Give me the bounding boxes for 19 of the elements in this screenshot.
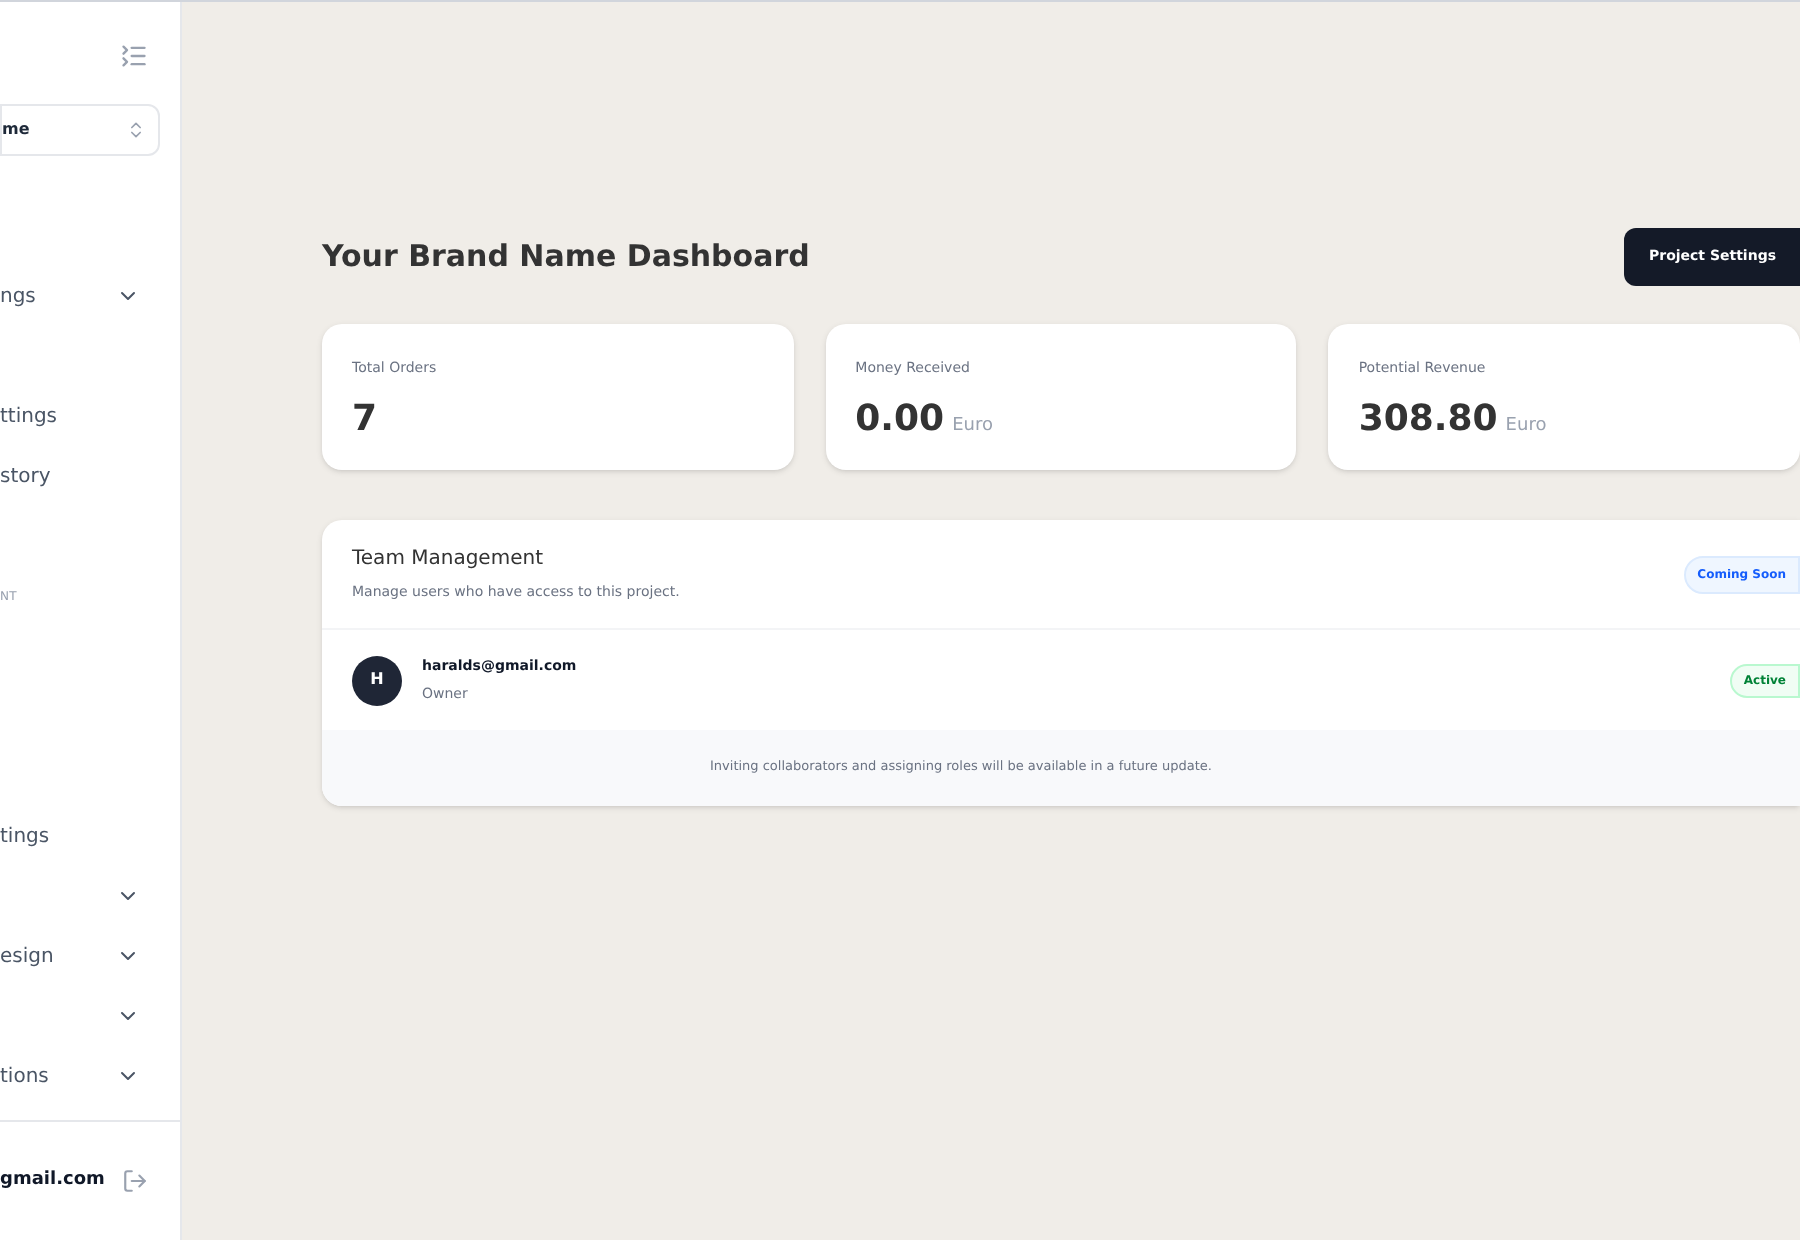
nav-link[interactable]: ttings bbox=[0, 401, 58, 431]
updown-chevron-icon bbox=[126, 120, 146, 140]
avatar: H bbox=[352, 655, 402, 705]
nav-group[interactable]: esign bbox=[0, 941, 54, 971]
stat-value: 7 bbox=[352, 395, 378, 443]
card-title: Team Management bbox=[352, 546, 545, 575]
logout-icon[interactable] bbox=[122, 1168, 148, 1194]
nav-link[interactable]: tings bbox=[0, 821, 50, 851]
page-title: Your Brand Name Dashboard bbox=[322, 236, 810, 279]
user-email: gmail.com bbox=[0, 1167, 105, 1194]
nav-link[interactable]: story bbox=[0, 461, 51, 491]
stat-value: 308.80 bbox=[1358, 395, 1498, 443]
stat-unit: Euro bbox=[1505, 413, 1547, 439]
nav-group[interactable]: tions bbox=[0, 1061, 49, 1091]
stat-unit: Euro bbox=[952, 413, 993, 439]
sidebar-toggle-icon[interactable] bbox=[120, 42, 148, 70]
project-select[interactable]: me bbox=[0, 104, 160, 156]
nav-group[interactable]: ngs bbox=[0, 281, 36, 311]
stat-value: 0.00 bbox=[855, 395, 945, 443]
